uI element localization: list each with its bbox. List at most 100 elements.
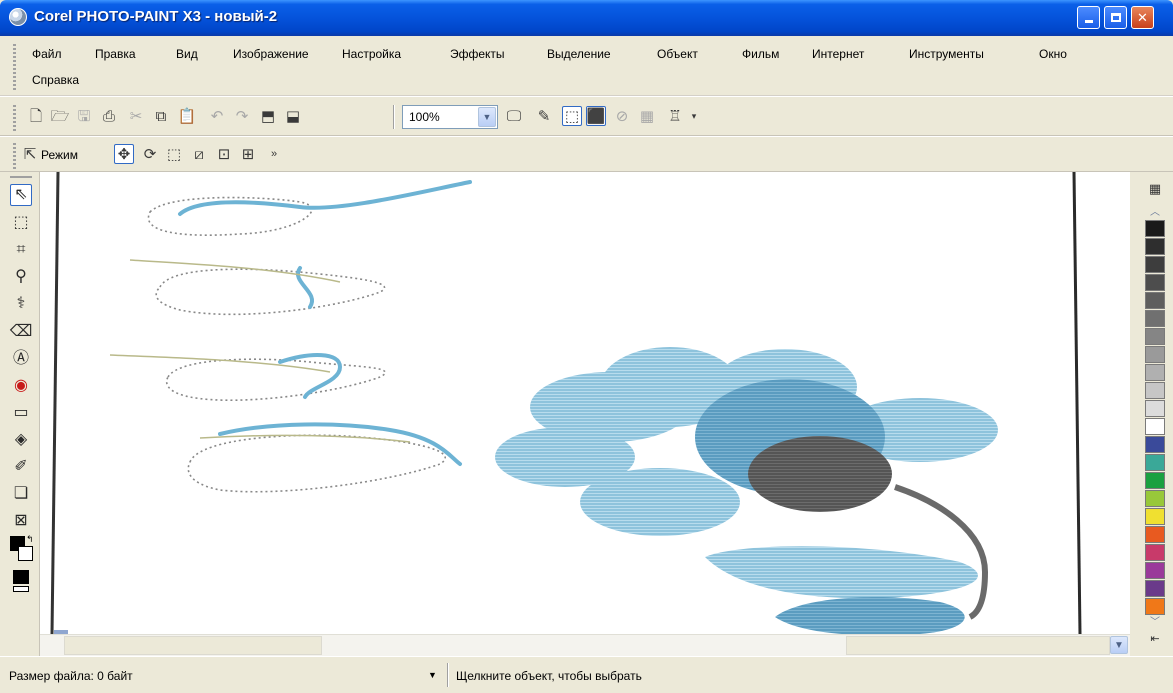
paste-icon[interactable]: 📋 [177, 106, 197, 126]
menu-internet[interactable]: Интернет [812, 47, 909, 61]
menu-object[interactable]: Объект [657, 47, 742, 61]
menu-help[interactable]: Справка [32, 73, 79, 87]
scroll-track-right[interactable] [846, 636, 1110, 655]
color-swatch[interactable] [1145, 238, 1165, 255]
export-icon[interactable]: ⬓ [283, 106, 303, 126]
minimize-icon [1084, 20, 1093, 23]
mask-marquee-icon[interactable]: ⬚ [562, 106, 582, 126]
chevron-down-icon[interactable]: ▾ [684, 106, 704, 126]
menu-effects[interactable]: Эффекты [450, 47, 547, 61]
red-eye-tool-icon[interactable]: ◉ [10, 375, 32, 397]
swap-colors-icon[interactable]: ↰ [26, 534, 34, 545]
pick-tool-icon[interactable]: ⇖ [10, 184, 32, 206]
image-sprayer-icon[interactable]: ⊠ [10, 510, 32, 532]
save-icon[interactable]: 🖫 [74, 106, 94, 126]
effect-tool-icon[interactable]: ❏ [10, 483, 32, 505]
color-swatch[interactable] [1145, 382, 1165, 399]
toolbox-grip[interactable] [10, 176, 32, 178]
color-swatch[interactable] [1145, 454, 1165, 471]
redo-icon[interactable]: ↷ [232, 106, 252, 126]
color-swatch[interactable] [1145, 346, 1165, 363]
menu-movie[interactable]: Фильм [742, 47, 812, 61]
new-file-icon[interactable]: 🗋 [26, 106, 46, 126]
menu-tools[interactable]: Инструменты [909, 47, 1039, 61]
color-swatch[interactable] [1145, 328, 1165, 345]
zoom-tool-icon[interactable]: ⚲ [10, 266, 32, 288]
mask-overlay-icon[interactable]: ⊘ [612, 106, 632, 126]
color-swatch[interactable] [1145, 526, 1165, 543]
position-mode-icon[interactable]: ✥ [114, 144, 134, 164]
application-launcher-icon[interactable]: ♖ [665, 106, 685, 126]
text-tool-icon[interactable]: Ⓐ [10, 348, 32, 370]
color-swatch[interactable] [1145, 508, 1165, 525]
horizontal-scrollbar[interactable] [40, 634, 1130, 656]
color-swatch[interactable] [1145, 436, 1165, 453]
background-color[interactable] [18, 546, 33, 561]
scroll-track-left[interactable] [64, 636, 322, 655]
menu-adjust[interactable]: Настройка [342, 47, 450, 61]
eyedropper-tool-icon[interactable]: ⚕ [10, 293, 32, 315]
color-swatch[interactable] [1145, 256, 1165, 273]
maximize-button[interactable] [1104, 6, 1127, 29]
toolbar-grip[interactable] [13, 143, 16, 169]
chevron-down-icon[interactable]: ﹀ [1145, 612, 1165, 628]
crop-tool-icon[interactable]: ⌗ [10, 239, 32, 261]
menu-mask[interactable]: Выделение [547, 47, 657, 61]
eraser-tool-icon[interactable]: ⌫ [10, 321, 33, 343]
color-swatch[interactable] [1145, 310, 1165, 327]
cut-icon[interactable]: ✂ [126, 106, 146, 126]
color-swatch[interactable] [1145, 580, 1165, 597]
undo-icon[interactable]: ↶ [207, 106, 227, 126]
chevron-down-icon[interactable]: ▼ [428, 670, 437, 680]
zoom-dropdown[interactable]: 100% ▼ [402, 105, 498, 129]
color-swatch[interactable] [1145, 400, 1165, 417]
copy-icon[interactable]: ⧉ [151, 106, 171, 126]
color-swatch[interactable] [1145, 364, 1165, 381]
pick-tool-icon[interactable]: ⇱ [20, 144, 40, 164]
menu-edit[interactable]: Правка [95, 47, 176, 61]
minimize-button[interactable] [1077, 6, 1100, 29]
menu-grip[interactable] [13, 44, 16, 92]
status-bar: Размер файла: 0 байт ▼ Щелкните объект, … [0, 656, 1173, 693]
mask-tool-icon[interactable]: ⬚ [10, 212, 32, 234]
scroll-down-button[interactable]: ▼ [1110, 636, 1128, 654]
menu-row-2: Справка [32, 73, 79, 87]
fill-tool-icon[interactable]: ◈ [10, 429, 32, 451]
color-swatch[interactable] [1145, 274, 1165, 291]
color-swatch[interactable] [1145, 418, 1165, 435]
object-marquee-icon[interactable]: ⬛ [586, 106, 606, 126]
rotate-mode-icon[interactable]: ⟳ [140, 144, 160, 164]
close-button[interactable]: ✕ [1131, 6, 1154, 29]
color-swatch[interactable] [1145, 220, 1165, 237]
lock-object-icon[interactable]: ▦ [637, 106, 657, 126]
menu-image[interactable]: Изображение [233, 47, 342, 61]
color-swatch[interactable] [1145, 472, 1165, 489]
palette-expand-icon[interactable]: ⇤ [1145, 630, 1165, 646]
open-file-icon[interactable]: 🗁 [50, 106, 70, 126]
fill-color-swatch[interactable] [13, 570, 29, 592]
chevron-down-icon[interactable]: ▼ [478, 107, 496, 127]
paint-tool-icon[interactable]: ✐ [10, 456, 32, 478]
distort-mode-icon[interactable]: ⊡ [214, 144, 234, 164]
menu-file[interactable]: Файл [32, 47, 95, 61]
import-icon[interactable]: ⬒ [258, 106, 278, 126]
palette-options-icon[interactable]: ▦ [1144, 178, 1166, 200]
toolbar-grip[interactable] [13, 105, 16, 131]
corel-online-icon[interactable]: ✎ [534, 106, 554, 126]
image-canvas[interactable] [40, 172, 1130, 656]
perspective-mode-icon[interactable]: ⊞ [238, 144, 258, 164]
color-swatch[interactable] [1145, 490, 1165, 507]
rectangle-tool-icon[interactable]: ▭ [10, 402, 32, 424]
color-swatches-icon[interactable]: ↰ [10, 534, 34, 566]
color-swatch[interactable] [1145, 292, 1165, 309]
color-swatch[interactable] [1145, 562, 1165, 579]
menu-window[interactable]: Окно [1039, 47, 1067, 61]
color-swatch[interactable] [1145, 544, 1165, 561]
full-screen-preview-icon[interactable]: 🖵 [504, 106, 524, 126]
more-options-icon[interactable]: » [264, 144, 284, 164]
scale-mode-icon[interactable]: ⬚ [164, 144, 184, 164]
skew-mode-icon[interactable]: ⧄ [189, 144, 209, 164]
chevron-up-icon[interactable]: ︿ [1145, 202, 1165, 218]
menu-view[interactable]: Вид [176, 47, 233, 61]
print-icon[interactable]: ⎙ [99, 106, 119, 126]
